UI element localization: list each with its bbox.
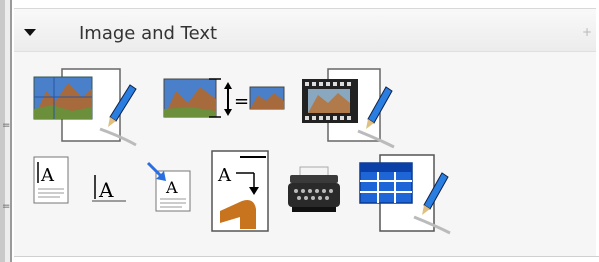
image-and-text-panel: Image and Text + = A A A A (14, 8, 596, 257)
plain-text-icon: A (92, 175, 126, 202)
panel-bottom-border (14, 256, 599, 257)
text-block-icon: A (33, 156, 69, 204)
edit-image-tool[interactable] (32, 67, 142, 149)
splitter-grip-upper[interactable]: = (2, 121, 10, 131)
edit-filmstrip-icon (302, 68, 395, 149)
edit-table-tool[interactable] (358, 153, 458, 235)
plain-text-tool[interactable]: A (90, 171, 130, 205)
text-flow-icon: A (211, 150, 269, 232)
scale-image-tool[interactable]: = (162, 73, 287, 123)
equals-sign: = (234, 91, 249, 112)
collapse-triangle-icon[interactable] (24, 29, 36, 36)
text-flow-letter: A (217, 165, 232, 186)
splitter-bar[interactable] (10, 0, 12, 262)
text-block-tool[interactable]: A (32, 155, 72, 207)
splitter-grip-lower[interactable]: = (2, 202, 10, 212)
scale-image-icon: = (163, 78, 285, 118)
typewriter-tool[interactable] (286, 165, 342, 215)
edit-image-icon (33, 68, 137, 147)
edit-table-icon (359, 154, 451, 235)
import-text-tool[interactable]: A (144, 159, 196, 215)
edit-filmstrip-tool[interactable] (300, 67, 400, 149)
import-text-letter: A (165, 178, 178, 197)
pin-icon[interactable]: + (582, 25, 592, 39)
panel-title: Image and Text (79, 23, 218, 44)
text-block-letter: A (40, 165, 55, 186)
typewriter-icon (288, 166, 340, 212)
import-text-icon: A (146, 161, 191, 212)
plain-text-letter: A (98, 178, 114, 202)
panel-header[interactable]: Image and Text + (14, 9, 596, 52)
text-flow-tool[interactable]: A (210, 149, 274, 235)
